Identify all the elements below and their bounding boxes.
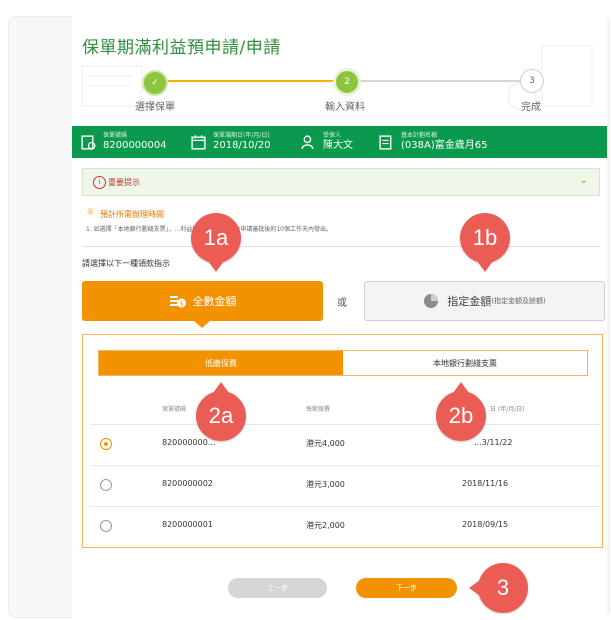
step-1-check-icon: ✓ [142, 70, 168, 96]
marker-2b: 2b [436, 382, 486, 441]
marker-2a: 2a [196, 382, 246, 441]
info-label: 基本計劃名稱 [401, 132, 438, 140]
info-value: 陳大文 [323, 139, 353, 151]
column-header-premium: 每期保費 [306, 406, 331, 413]
plan-icon [379, 134, 392, 150]
svg-text:$: $ [179, 301, 183, 308]
info-icon: i [93, 176, 106, 189]
payment-tabs: 低繳保費 本地銀行劃綫支票 [98, 350, 588, 376]
or-label: 或 [337, 298, 347, 309]
pie-chart-icon [424, 294, 439, 308]
table-row[interactable]: 820000000... 港元4,000 ...3/11/22 [90, 424, 600, 465]
info-plan-name: 基本計劃名稱 (038A)富金歲月65 [378, 129, 487, 155]
cell-policy: 8200000001 [162, 520, 213, 529]
full-amount-button[interactable]: $ 全數金額 [82, 281, 323, 328]
policy-doc-icon [81, 134, 96, 150]
info-value: (038A)富金歲月65 [401, 139, 488, 151]
important-notice[interactable]: i 重要提示 ⌄ [82, 168, 600, 196]
divider [82, 246, 600, 247]
notice-title: 重要提示 [108, 178, 140, 187]
specified-amount-label: 指定金額 [447, 295, 492, 308]
selected-pointer [194, 321, 210, 328]
cell-date: 2018/09/15 [462, 520, 509, 529]
info-maturity-date: 保單滿期日(年/月/日) 2018/10/20 [190, 129, 271, 155]
info-label: 保單號碼 [103, 132, 128, 140]
sun-icon: ☼ [86, 207, 95, 218]
step-3-dot: 3 [520, 69, 544, 93]
column-header-policy: 保單號碼 [162, 406, 187, 413]
radio-unselected[interactable] [100, 520, 112, 532]
cell-policy: 820000000... [162, 438, 216, 447]
info-label: 保單滿期日(年/月/日) [213, 132, 270, 140]
marker-3: 3 [469, 563, 528, 613]
table-row[interactable]: 8200000001 港元2,000 2018/09/15 [90, 506, 600, 547]
policy-info-bar: 保單號碼 8200000004 保單滿期日(年/月/日) 2018/10/20 受保… [72, 126, 607, 158]
coins-icon: $ [169, 296, 186, 308]
radio-selected[interactable] [100, 438, 112, 450]
step-1-label: 選擇保單 [135, 102, 175, 113]
info-value: 8200000004 [103, 139, 167, 151]
info-value: 2018/10/20 [213, 139, 271, 151]
choose-instruction: 請選擇以下一種領款指示 [82, 259, 170, 268]
tab-pay-premium[interactable]: 低繳保費 [99, 351, 343, 375]
info-label: 受保人 [323, 132, 342, 140]
cell-amount: 港元2,000 [306, 521, 345, 530]
processing-time-title: 預計所需辦理時間 [100, 210, 164, 219]
step-2-dot: 2 [333, 68, 361, 96]
stepper-line-done [152, 80, 342, 82]
cell-date: ...3/11/22 [474, 438, 513, 447]
marker-1b: 1b [460, 213, 510, 272]
specified-amount-button[interactable]: 指定金額 (指定金額及餘額) [364, 281, 605, 321]
step-3-label: 完成 [521, 102, 541, 113]
cell-policy: 8200000002 [162, 479, 213, 488]
full-amount-label: 全數金額 [192, 295, 237, 308]
cell-amount: 港元3,000 [306, 480, 345, 489]
info-policy-number: 保單號碼 8200000004 [80, 129, 167, 155]
info-insured: 受保人 陳大文 [300, 129, 353, 155]
stepper-line-pending [346, 80, 530, 82]
next-button[interactable]: 下一步 [356, 578, 457, 598]
previous-button[interactable]: 上一步 [228, 578, 327, 598]
chevron-down-icon[interactable]: ⌄ [580, 175, 588, 186]
radio-unselected[interactable] [100, 479, 112, 491]
calendar-icon [191, 134, 206, 150]
cell-date: 2018/11/16 [462, 479, 509, 488]
step-2-label: 輸入資料 [325, 102, 365, 113]
person-icon [301, 134, 314, 149]
specified-amount-note: (指定金額及餘額) [491, 297, 546, 305]
cell-amount: 港元4,000 [306, 439, 345, 448]
column-header-date: 日 (年/月/日) [490, 406, 525, 413]
page-title: 保單期滿利益預申請/申請 [82, 38, 281, 58]
tab-crossed-cheque[interactable]: 本地銀行劃綫支票 [343, 351, 587, 375]
table-row[interactable]: 8200000002 港元3,000 2018/11/16 [90, 465, 600, 506]
marker-1a: 1a [191, 213, 241, 272]
